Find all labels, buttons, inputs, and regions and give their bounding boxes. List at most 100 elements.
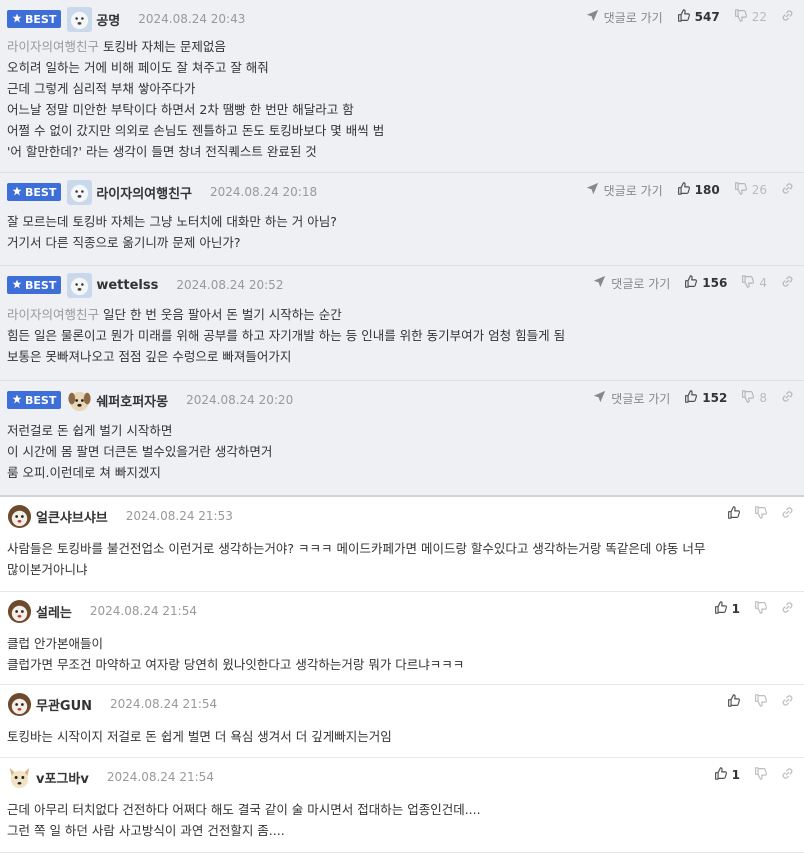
link-icon bbox=[781, 694, 794, 710]
like-button[interactable]: 152 bbox=[684, 390, 727, 406]
dislike-button[interactable] bbox=[754, 506, 767, 522]
dislike-button[interactable] bbox=[754, 694, 767, 710]
comment-actions: 댓글로 가기 547 22 bbox=[586, 8, 794, 26]
comment-date: 2024.08.24 21:53 bbox=[125, 509, 233, 523]
comment-header: v포그바v 2024.08.24 21:54 bbox=[7, 766, 214, 788]
copy-link-button[interactable] bbox=[781, 694, 794, 710]
best-label: BEST bbox=[25, 393, 57, 407]
comment-line: 이 시간에 몸 팔면 더큰돈 벌수있을거란 생각하면거 bbox=[7, 441, 272, 462]
link-icon bbox=[781, 9, 794, 25]
copy-link-button[interactable] bbox=[781, 275, 794, 291]
thumbs-down-icon bbox=[741, 390, 755, 406]
comment-body: 근데 아무리 터치없다 건전하다 어쩌다 해도 결국 같이 술 마시면서 접대하… bbox=[7, 799, 481, 841]
reply-link[interactable]: 댓글로 가기 bbox=[586, 182, 663, 199]
reply-link[interactable]: 댓글로 가기 bbox=[593, 275, 670, 292]
reply-label: 댓글로 가기 bbox=[603, 183, 663, 198]
like-button[interactable]: 547 bbox=[677, 9, 720, 25]
comment-line: '어 할만한데?' 라는 생각이 들면 창녀 전직퀘스트 완료된 것 bbox=[7, 141, 384, 162]
dislike-button[interactable]: 4 bbox=[741, 275, 767, 291]
star-icon bbox=[12, 13, 22, 26]
thumbs-up-icon bbox=[714, 601, 727, 617]
comment-body: 클럽 안가본애들이클럽가면 무조건 마약하고 여자랑 당연히 윘나잇한다고 생각… bbox=[7, 633, 464, 675]
mention-link[interactable]: 라이자의여행친구 bbox=[7, 307, 99, 322]
star-icon bbox=[12, 279, 22, 292]
brown-dog-avatar[interactable] bbox=[7, 692, 32, 717]
like-count: 156 bbox=[702, 276, 728, 290]
comment-line: 어느날 정말 미안한 부탁이다 하면서 2차 땜빵 한 번만 해달라고 함 bbox=[7, 99, 384, 120]
copy-link-button[interactable] bbox=[781, 182, 794, 198]
copy-link-button[interactable] bbox=[781, 390, 794, 406]
copy-link-button[interactable] bbox=[781, 767, 794, 783]
like-button[interactable]: 180 bbox=[677, 182, 720, 198]
puppy-avatar[interactable] bbox=[67, 388, 92, 413]
comment-date: 2024.08.24 20:43 bbox=[138, 12, 246, 26]
comment-line: 그런 쪽 일 하던 사람 사고방식이 과연 건전할지 좀.... bbox=[7, 820, 481, 841]
brown-dog-avatar[interactable] bbox=[7, 599, 32, 624]
thumbs-up-icon bbox=[727, 694, 740, 710]
comment-text: 룸 오피.이런데로 쳐 빠지겠지 bbox=[7, 465, 161, 480]
reply-link[interactable]: 댓글로 가기 bbox=[586, 9, 663, 26]
dislike-button[interactable] bbox=[754, 601, 767, 617]
user-nickname[interactable]: v포그바v bbox=[36, 768, 89, 787]
comment-actions: 1 bbox=[700, 600, 794, 618]
dislike-button[interactable]: 8 bbox=[741, 390, 767, 406]
thumbs-down-icon bbox=[754, 601, 767, 617]
best-badge: BEST bbox=[7, 10, 62, 28]
comment-line: 보통은 못빠져나오고 점점 깊은 수렁으로 빠져들어가지 bbox=[7, 346, 565, 367]
copy-link-button[interactable] bbox=[781, 506, 794, 522]
user-nickname[interactable]: 쉐퍼호퍼자몽 bbox=[96, 391, 168, 410]
best-label: BEST bbox=[25, 185, 57, 199]
comment-date: 2024.08.24 21:54 bbox=[106, 770, 214, 784]
fox-avatar[interactable] bbox=[7, 765, 32, 790]
thumbs-up-icon bbox=[727, 506, 740, 522]
comment-header: BEST 라이자의여행친구 2024.08.24 20:18 bbox=[7, 179, 317, 205]
comment-body: 라이자의여행친구 일단 한 번 웃음 팔아서 돈 벌기 시작하는 순간 힘든 일은… bbox=[7, 304, 565, 367]
comment-line: 토킹바는 시작이지 저걸로 돈 쉽게 벌면 더 욕심 생겨서 더 깊게빠지는거임 bbox=[7, 726, 392, 747]
copy-link-button[interactable] bbox=[781, 9, 794, 25]
white-dog-avatar[interactable] bbox=[67, 179, 93, 205]
dislike-count: 4 bbox=[759, 276, 767, 290]
dislike-button[interactable] bbox=[754, 767, 767, 783]
comment-text: 클럽 안가본애들이 bbox=[7, 636, 103, 651]
comment-body: 저런걸로 돈 쉽게 벌기 시작하면 이 시간에 몸 팔면 더큰돈 벌수있을거란 생… bbox=[7, 420, 272, 483]
comment-line: 클럽 안가본애들이 bbox=[7, 633, 464, 654]
brown-dog-avatar[interactable] bbox=[7, 504, 32, 529]
like-button[interactable]: 1 bbox=[714, 767, 740, 783]
mention-link[interactable]: 라이자의여행친구 bbox=[7, 39, 99, 54]
comment-text: 보통은 못빠져나오고 점점 깊은 수렁으로 빠져들어가지 bbox=[7, 349, 292, 364]
like-button[interactable]: 1 bbox=[714, 601, 740, 617]
reply-label: 댓글로 가기 bbox=[611, 276, 671, 291]
like-button[interactable]: 156 bbox=[684, 275, 727, 291]
user-nickname[interactable]: 공명 bbox=[96, 10, 120, 29]
comment-date: 2024.08.24 21:54 bbox=[110, 697, 218, 711]
comment-line: 클럽가면 무조건 마약하고 여자랑 당연히 윘나잇한다고 생각하는거랑 뭐가 다… bbox=[7, 654, 464, 675]
best-badge: BEST bbox=[7, 183, 62, 201]
dislike-button[interactable]: 22 bbox=[734, 9, 767, 25]
comment-header: BEST wettelss 2024.08.24 20:52 bbox=[7, 272, 284, 298]
like-count: 152 bbox=[702, 391, 728, 405]
user-nickname[interactable]: wettelss bbox=[96, 278, 158, 293]
white-dog-avatar[interactable] bbox=[67, 272, 93, 298]
user-nickname[interactable]: 라이자의여행친구 bbox=[96, 183, 192, 202]
comment-date: 2024.08.24 20:52 bbox=[176, 278, 284, 292]
like-button[interactable] bbox=[727, 506, 740, 522]
thumbs-up-icon bbox=[684, 275, 698, 291]
comment-line: 근데 그렇게 심리적 부채 쌓아주다가 bbox=[7, 78, 384, 99]
comment-text: 어느날 정말 미안한 부탁이다 하면서 2차 땜빵 한 번만 해달라고 함 bbox=[7, 102, 354, 117]
comment-body: 라이자의여행친구 토킹바 자체는 문제없음 오히려 일하는 거에 비해 페이도 잘… bbox=[7, 36, 384, 162]
dislike-button[interactable]: 26 bbox=[734, 182, 767, 198]
like-count: 180 bbox=[694, 183, 720, 197]
comment-body: 잘 모르는데 토킹바 자체는 그냥 노터치에 대화만 하는 거 아님? 거기서 다… bbox=[7, 211, 337, 253]
reply-label: 댓글로 가기 bbox=[611, 391, 671, 406]
comment-text: 사람들은 토킹바를 불건전업소 이런거로 생각하는거야? ㅋㅋㅋ 메이드카페가면… bbox=[7, 541, 706, 556]
reply-link[interactable]: 댓글로 가기 bbox=[593, 390, 670, 407]
user-nickname[interactable]: 설레는 bbox=[36, 602, 72, 621]
copy-link-button[interactable] bbox=[781, 601, 794, 617]
user-nickname[interactable]: 얼큰샤브샤브 bbox=[36, 507, 108, 526]
white-dog-avatar[interactable] bbox=[67, 6, 93, 32]
thumbs-down-icon bbox=[754, 767, 767, 783]
like-button[interactable] bbox=[727, 694, 740, 710]
user-nickname[interactable]: 무관GUN bbox=[36, 695, 92, 714]
comment-actions bbox=[713, 505, 794, 523]
comment-date: 2024.08.24 21:54 bbox=[89, 604, 197, 618]
